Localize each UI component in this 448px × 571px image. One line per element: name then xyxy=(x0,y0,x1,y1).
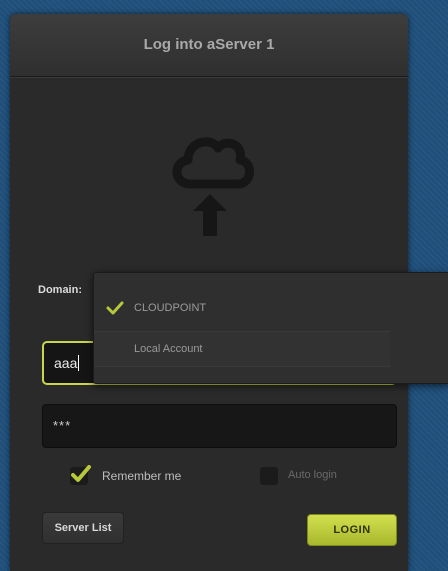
remember-me-option[interactable]: Remember me xyxy=(70,465,230,485)
checkmark-icon xyxy=(71,465,91,482)
login-button[interactable]: LOGIN xyxy=(307,514,397,546)
checkmark-icon xyxy=(106,301,124,315)
server-list-button[interactable]: Server List xyxy=(42,512,124,544)
domain-option-label: CLOUDPOINT xyxy=(134,302,207,314)
domain-option-cloudpoint[interactable]: CLOUDPOINT xyxy=(94,291,390,325)
remember-me-checkbox[interactable] xyxy=(70,465,91,485)
domain-option-label: Local Account xyxy=(134,343,203,355)
password-value: *** xyxy=(53,418,72,433)
text-caret xyxy=(78,355,80,371)
auto-login-label: Auto login xyxy=(288,469,337,481)
dialog-header: Log into aServer 1 xyxy=(10,14,408,77)
auto-login-checkbox[interactable] xyxy=(260,467,278,485)
dialog-title: Log into aServer 1 xyxy=(143,36,275,53)
username-value: aaa xyxy=(54,355,80,371)
domain-option-local-account[interactable]: Local Account xyxy=(94,331,390,367)
cloud-upload-icon xyxy=(172,137,254,236)
domain-label: Domain: xyxy=(38,284,82,296)
domain-dropdown-menu: CLOUDPOINT Local Account xyxy=(93,272,448,384)
remember-me-label: Remember me xyxy=(102,469,182,483)
password-input[interactable]: *** xyxy=(42,404,397,448)
auto-login-option[interactable]: Auto login xyxy=(260,467,380,485)
